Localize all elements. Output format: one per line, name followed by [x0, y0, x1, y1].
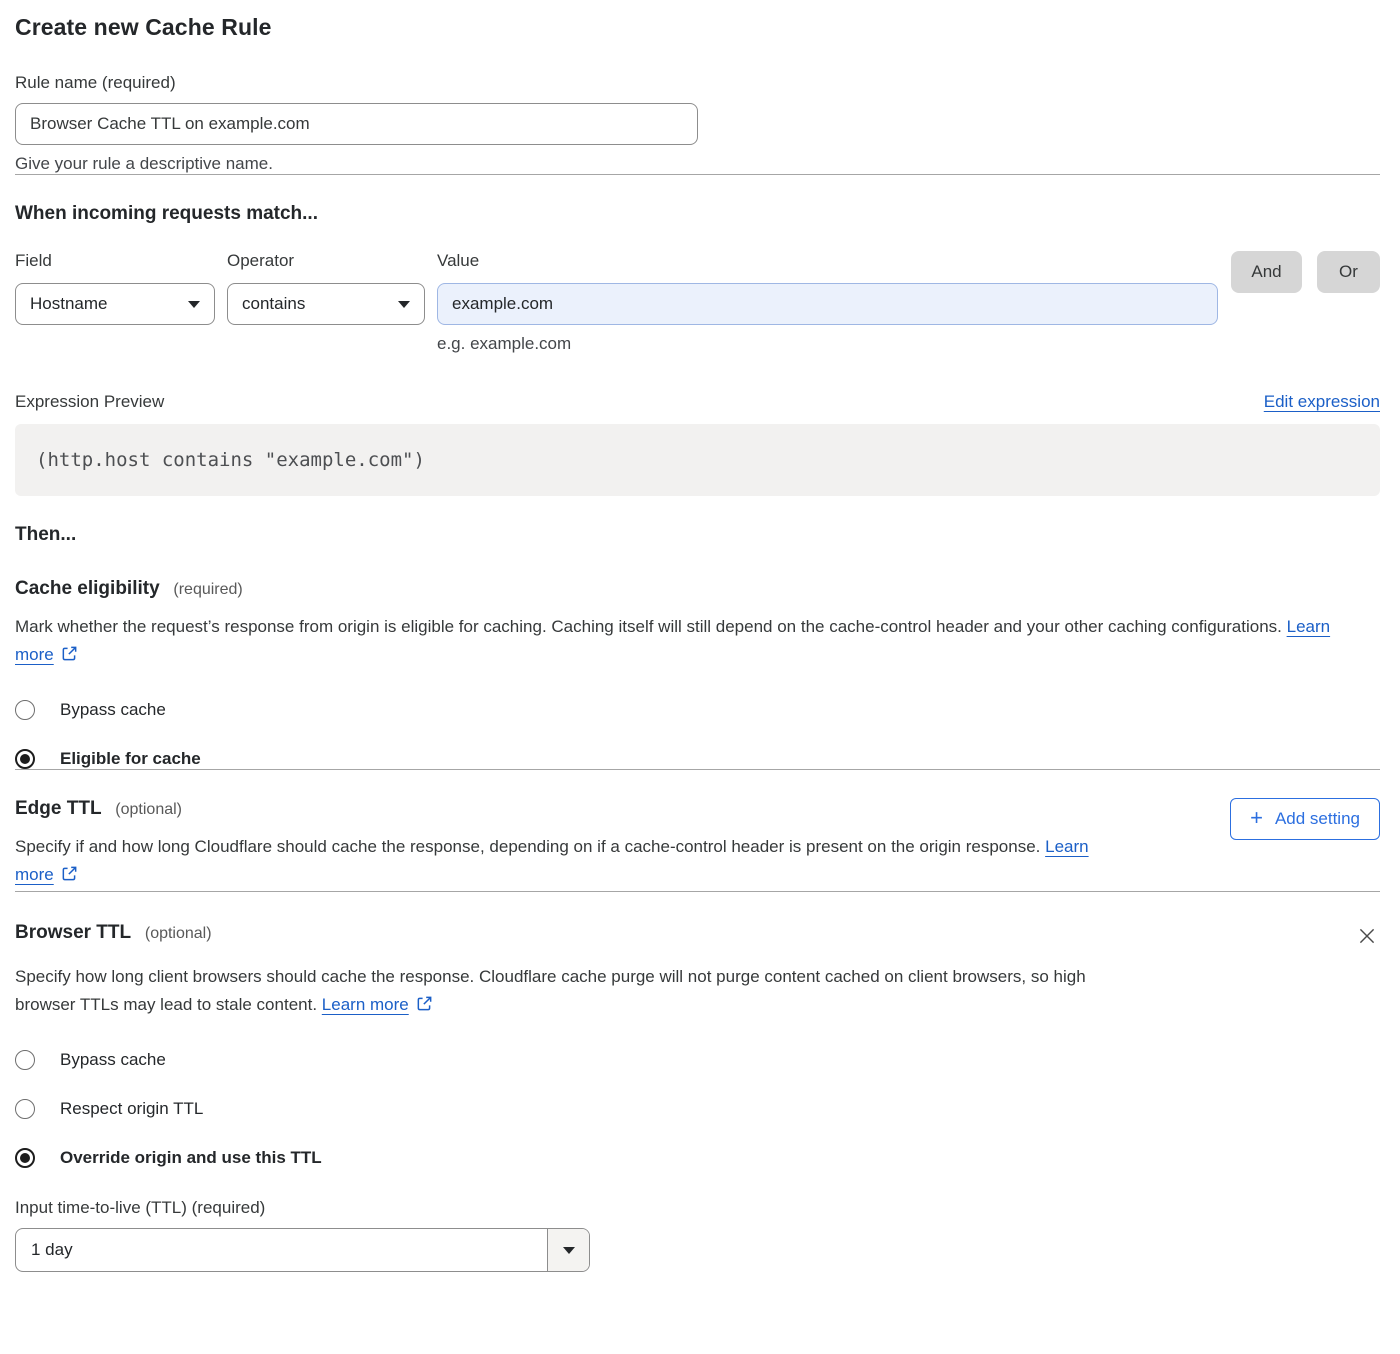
- then-heading: Then...: [15, 524, 1380, 546]
- cache-eligibility-description-text: Mark whether the request’s response from…: [15, 617, 1282, 636]
- chevron-down-icon: [188, 301, 200, 308]
- radio-option-bypass-cache[interactable]: Bypass cache: [15, 700, 1380, 720]
- ttl-select[interactable]: 1 day: [15, 1228, 590, 1272]
- field-select[interactable]: Hostname: [15, 283, 215, 325]
- create-cache-rule-form: Create new Cache Rule Rule name (require…: [0, 0, 1400, 1290]
- browser-ttl-section: Browser TTL (optional) Specify how long …: [15, 922, 1380, 1272]
- browser-ttl-qualifier: (optional): [145, 925, 212, 942]
- match-heading: When incoming requests match...: [15, 203, 1380, 225]
- match-builder-row: Field Hostname Operator contains Value e…: [15, 251, 1380, 354]
- value-label: Value: [437, 251, 1218, 271]
- value-help: e.g. example.com: [437, 334, 1218, 354]
- rule-name-label: Rule name (required): [15, 73, 1380, 93]
- edge-ttl-description: Specify if and how long Cloudflare shoul…: [15, 833, 1115, 891]
- radio-icon: [15, 1050, 35, 1070]
- edge-ttl-section: Edge TTL (optional) Specify if and how l…: [15, 798, 1380, 891]
- cache-eligibility-qualifier: (required): [173, 581, 242, 598]
- radio-label: Override origin and use this TTL: [60, 1148, 322, 1168]
- browser-ttl-description-text: Specify how long client browsers should …: [15, 967, 1086, 1014]
- value-input[interactable]: [437, 283, 1218, 325]
- rule-name-help: Give your rule a descriptive name.: [15, 154, 1380, 174]
- rule-name-input[interactable]: [15, 103, 698, 145]
- ttl-select-value: 1 day: [16, 1229, 547, 1271]
- external-link-icon: [416, 997, 433, 1016]
- radio-option-bypass-cache-browser[interactable]: Bypass cache: [15, 1050, 1380, 1070]
- external-link-icon: [61, 647, 78, 666]
- divider: [15, 891, 1380, 892]
- add-setting-button[interactable]: + Add setting: [1230, 798, 1380, 840]
- radio-label: Bypass cache: [60, 1050, 166, 1070]
- chevron-down-icon: [398, 301, 410, 308]
- radio-option-override-origin-ttl[interactable]: Override origin and use this TTL: [15, 1148, 1380, 1168]
- divider: [15, 174, 1380, 175]
- chevron-down-icon: [563, 1247, 575, 1254]
- edge-ttl-description-text: Specify if and how long Cloudflare shoul…: [15, 837, 1040, 856]
- radio-label: Respect origin TTL: [60, 1099, 203, 1119]
- operator-select-value: contains: [242, 294, 305, 314]
- external-link-icon: [61, 867, 78, 886]
- add-setting-label: Add setting: [1275, 809, 1360, 829]
- radio-selected-icon: [15, 1148, 35, 1168]
- radio-icon: [15, 1099, 35, 1119]
- operator-select[interactable]: contains: [227, 283, 425, 325]
- browser-ttl-description: Specify how long client browsers should …: [15, 963, 1115, 1021]
- browser-ttl-learn-more-link[interactable]: Learn more: [322, 995, 409, 1014]
- radio-selected-icon: [15, 749, 35, 769]
- cache-eligibility-section: Cache eligibility (required) Mark whethe…: [15, 578, 1380, 769]
- ttl-select-arrow-button[interactable]: [547, 1229, 589, 1271]
- close-icon[interactable]: [1354, 924, 1380, 950]
- ttl-input-label: Input time-to-live (TTL) (required): [15, 1198, 1380, 1218]
- plus-icon: +: [1250, 807, 1263, 829]
- field-label: Field: [15, 251, 215, 271]
- edge-ttl-title: Edge TTL: [15, 798, 102, 819]
- field-select-value: Hostname: [30, 294, 107, 314]
- operator-label: Operator: [227, 251, 425, 271]
- radio-label: Eligible for cache: [60, 749, 201, 769]
- page-title: Create new Cache Rule: [15, 14, 1380, 41]
- or-button[interactable]: Or: [1317, 251, 1380, 293]
- edit-expression-link[interactable]: Edit expression: [1264, 392, 1380, 412]
- cache-eligibility-title: Cache eligibility: [15, 578, 160, 599]
- divider: [15, 769, 1380, 770]
- radio-option-eligible-for-cache[interactable]: Eligible for cache: [15, 749, 1380, 769]
- edge-ttl-qualifier: (optional): [115, 801, 182, 818]
- and-button[interactable]: And: [1231, 251, 1302, 293]
- expression-preview-label: Expression Preview: [15, 392, 164, 412]
- radio-label: Bypass cache: [60, 700, 166, 720]
- cache-eligibility-description: Mark whether the request’s response from…: [15, 613, 1360, 671]
- radio-option-respect-origin-ttl[interactable]: Respect origin TTL: [15, 1099, 1380, 1119]
- radio-icon: [15, 700, 35, 720]
- browser-ttl-title: Browser TTL: [15, 922, 131, 943]
- expression-preview-code: (http.host contains "example.com"): [15, 424, 1380, 496]
